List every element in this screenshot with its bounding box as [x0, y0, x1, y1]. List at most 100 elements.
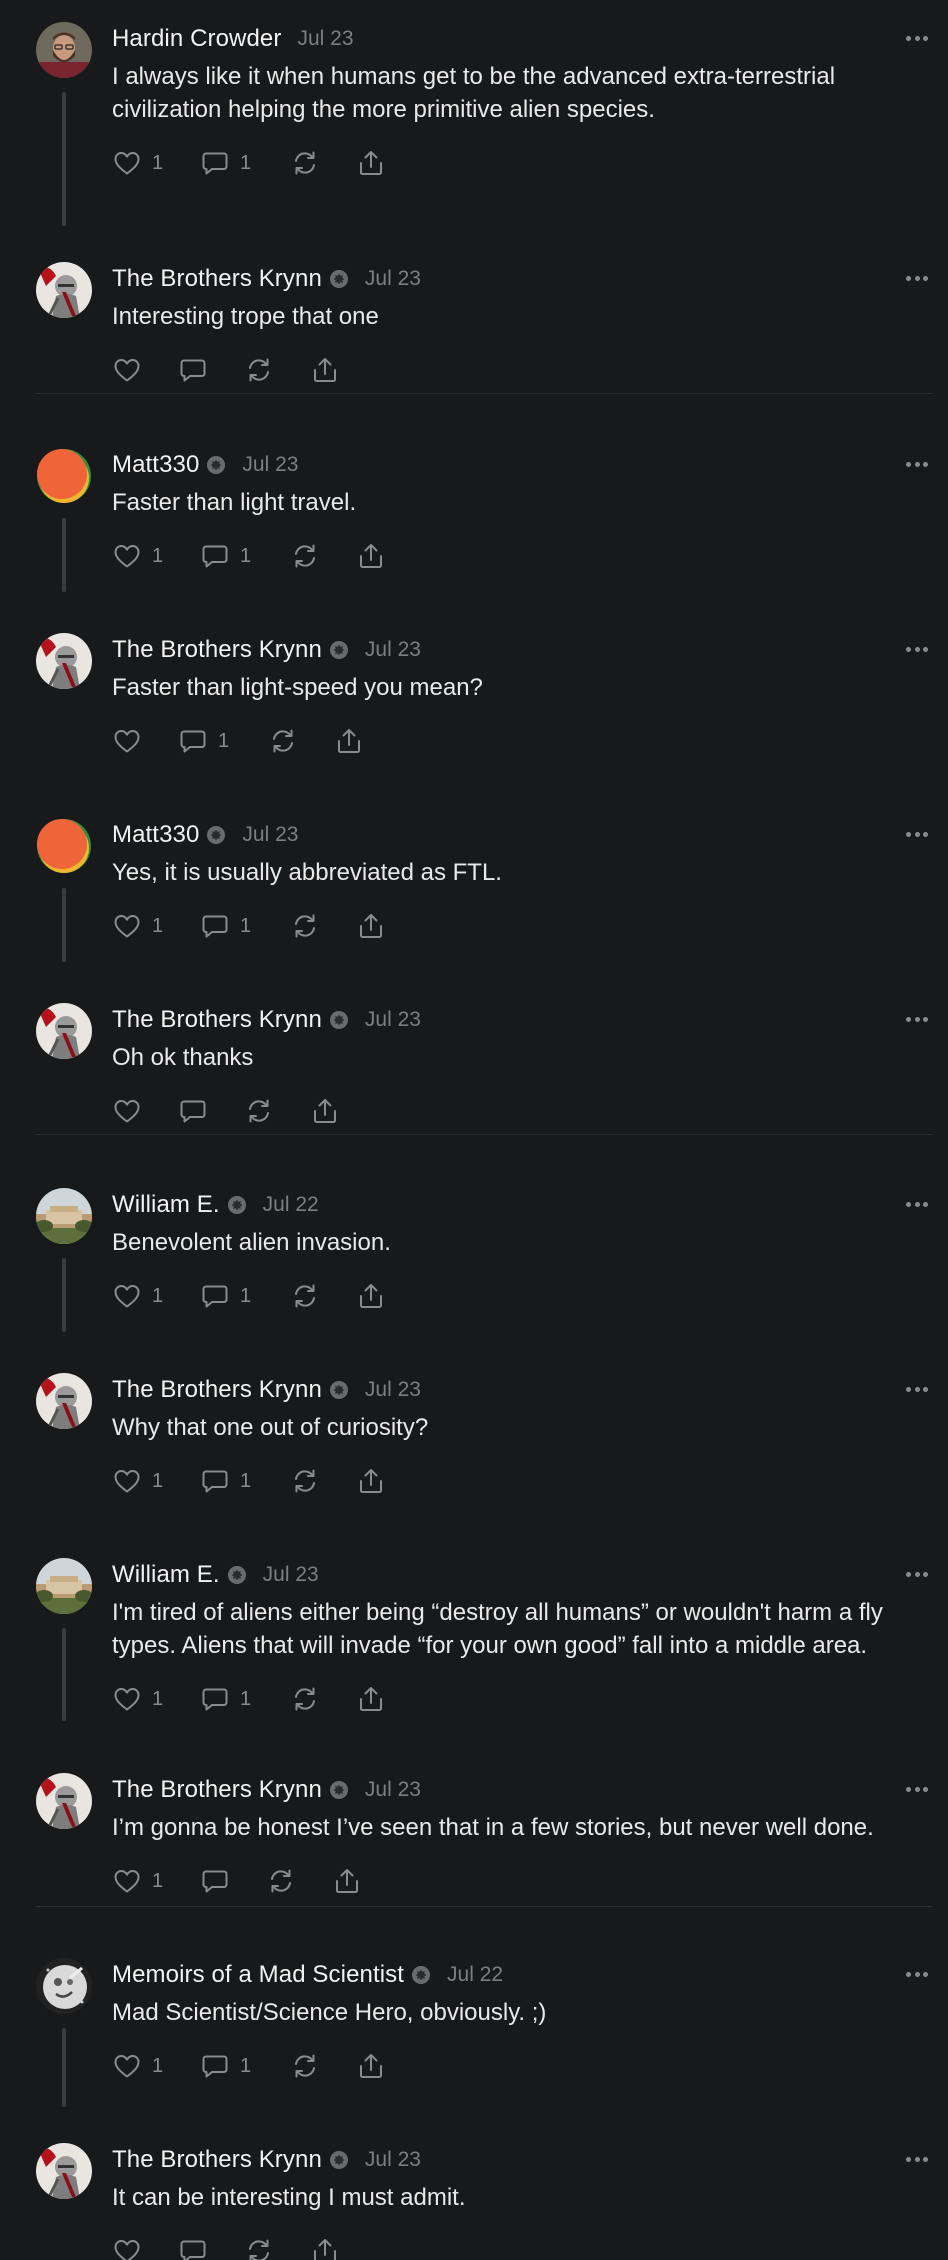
share-button[interactable]	[356, 541, 396, 571]
more-options-icon[interactable]	[906, 1787, 928, 1793]
more-options-icon[interactable]	[906, 1017, 928, 1023]
author-avatar[interactable]	[36, 262, 92, 318]
more-options-icon[interactable]	[906, 1387, 928, 1393]
reply-button[interactable]: 1	[200, 1281, 290, 1311]
like-button[interactable]: 1	[112, 911, 200, 941]
share-button[interactable]	[356, 1281, 396, 1311]
author-avatar[interactable]	[36, 633, 92, 689]
post-date[interactable]: Jul 23	[242, 453, 298, 477]
author-name[interactable]: Memoirs of a Mad Scientist	[112, 1961, 404, 1989]
author-avatar[interactable]	[36, 818, 92, 874]
like-button[interactable]: 1	[112, 2051, 200, 2081]
post-date[interactable]: Jul 23	[263, 1563, 319, 1587]
repost-button[interactable]	[290, 1466, 356, 1496]
reply-button[interactable]: 1	[200, 1684, 290, 1714]
repost-button[interactable]	[268, 726, 334, 756]
reply-button[interactable]: 1	[200, 2051, 290, 2081]
author-name[interactable]: The Brothers Krynn	[112, 265, 322, 293]
post-date[interactable]: Jul 23	[365, 1378, 421, 1402]
more-options-icon[interactable]	[906, 276, 928, 282]
author-name[interactable]: The Brothers Krynn	[112, 1776, 322, 1804]
repost-button[interactable]	[244, 1096, 310, 1126]
more-options-icon[interactable]	[906, 832, 928, 838]
repost-button[interactable]	[244, 355, 310, 385]
post-date[interactable]: Jul 22	[447, 1963, 503, 1987]
author-name[interactable]: William E.	[112, 1191, 220, 1219]
share-button[interactable]	[356, 911, 396, 941]
post-date[interactable]: Jul 23	[365, 1778, 421, 1802]
reply-button[interactable]	[178, 2236, 244, 2260]
like-button[interactable]: 1	[112, 1684, 200, 1714]
repost-button[interactable]	[290, 2051, 356, 2081]
repost-button[interactable]	[290, 1281, 356, 1311]
reply-count: 1	[240, 544, 252, 567]
post-date[interactable]: Jul 23	[365, 1008, 421, 1032]
share-button[interactable]	[356, 2051, 396, 2081]
author-name[interactable]: Hardin Crowder	[112, 25, 281, 53]
like-button[interactable]: 1	[112, 541, 200, 571]
post-date[interactable]: Jul 23	[242, 823, 298, 847]
like-button[interactable]	[112, 1096, 178, 1126]
author-avatar[interactable]	[36, 1373, 92, 1429]
more-options-icon[interactable]	[906, 36, 928, 42]
like-button[interactable]: 1	[112, 148, 200, 178]
author-name[interactable]: The Brothers Krynn	[112, 1376, 322, 1404]
author-avatar[interactable]	[36, 22, 92, 78]
share-button[interactable]	[310, 355, 350, 385]
author-avatar[interactable]	[36, 1188, 92, 1244]
like-button[interactable]	[112, 2236, 178, 2260]
reply-button[interactable]: 1	[178, 726, 268, 756]
post-date[interactable]: Jul 23	[297, 27, 353, 51]
more-options-icon[interactable]	[906, 647, 928, 653]
repost-button[interactable]	[290, 911, 356, 941]
like-button[interactable]	[112, 355, 178, 385]
repost-button[interactable]	[290, 1684, 356, 1714]
like-button[interactable]	[112, 726, 178, 756]
author-avatar[interactable]	[36, 1003, 92, 1059]
avatar-bearded-man	[36, 22, 92, 78]
author-name[interactable]: The Brothers Krynn	[112, 1006, 322, 1034]
repost-button[interactable]	[266, 1866, 332, 1896]
share-button[interactable]	[356, 1466, 396, 1496]
share-button[interactable]	[356, 1684, 396, 1714]
reply-button[interactable]	[200, 1866, 266, 1896]
author-avatar[interactable]	[36, 2143, 92, 2199]
reply-button[interactable]: 1	[200, 911, 290, 941]
author-name[interactable]: The Brothers Krynn	[112, 636, 322, 664]
repost-button[interactable]	[244, 2236, 310, 2260]
more-options-icon[interactable]	[906, 1572, 928, 1578]
repost-button[interactable]	[290, 541, 356, 571]
more-options-icon[interactable]	[906, 1202, 928, 1208]
author-avatar[interactable]	[36, 448, 92, 504]
repost-button[interactable]	[290, 148, 356, 178]
author-avatar[interactable]	[36, 1773, 92, 1829]
more-options-icon[interactable]	[906, 1972, 928, 1978]
like-button[interactable]: 1	[112, 1866, 200, 1896]
share-button[interactable]	[310, 1096, 350, 1126]
share-button[interactable]	[334, 726, 374, 756]
share-button[interactable]	[332, 1866, 372, 1896]
author-name[interactable]: Matt330	[112, 821, 199, 849]
post-date[interactable]: Jul 23	[365, 638, 421, 662]
heart-icon	[114, 359, 140, 382]
reply-button[interactable]	[178, 355, 244, 385]
post-date[interactable]: Jul 23	[365, 267, 421, 291]
author-avatar[interactable]	[36, 1558, 92, 1614]
author-name[interactable]: William E.	[112, 1561, 220, 1589]
reply-button[interactable]: 1	[200, 148, 290, 178]
more-options-icon[interactable]	[906, 462, 928, 468]
reply-button[interactable]: 1	[200, 541, 290, 571]
like-button[interactable]: 1	[112, 1466, 200, 1496]
author-name[interactable]: The Brothers Krynn	[112, 2146, 322, 2174]
share-button[interactable]	[356, 148, 396, 178]
like-button[interactable]: 1	[112, 1281, 200, 1311]
share-icon	[360, 1469, 382, 1493]
author-name[interactable]: Matt330	[112, 451, 199, 479]
post-date[interactable]: Jul 22	[263, 1193, 319, 1217]
post-date[interactable]: Jul 23	[365, 2148, 421, 2172]
share-button[interactable]	[310, 2236, 350, 2260]
author-avatar[interactable]	[36, 1958, 92, 2014]
reply-button[interactable]	[178, 1096, 244, 1126]
more-options-icon[interactable]	[906, 2157, 928, 2163]
reply-button[interactable]: 1	[200, 1466, 290, 1496]
